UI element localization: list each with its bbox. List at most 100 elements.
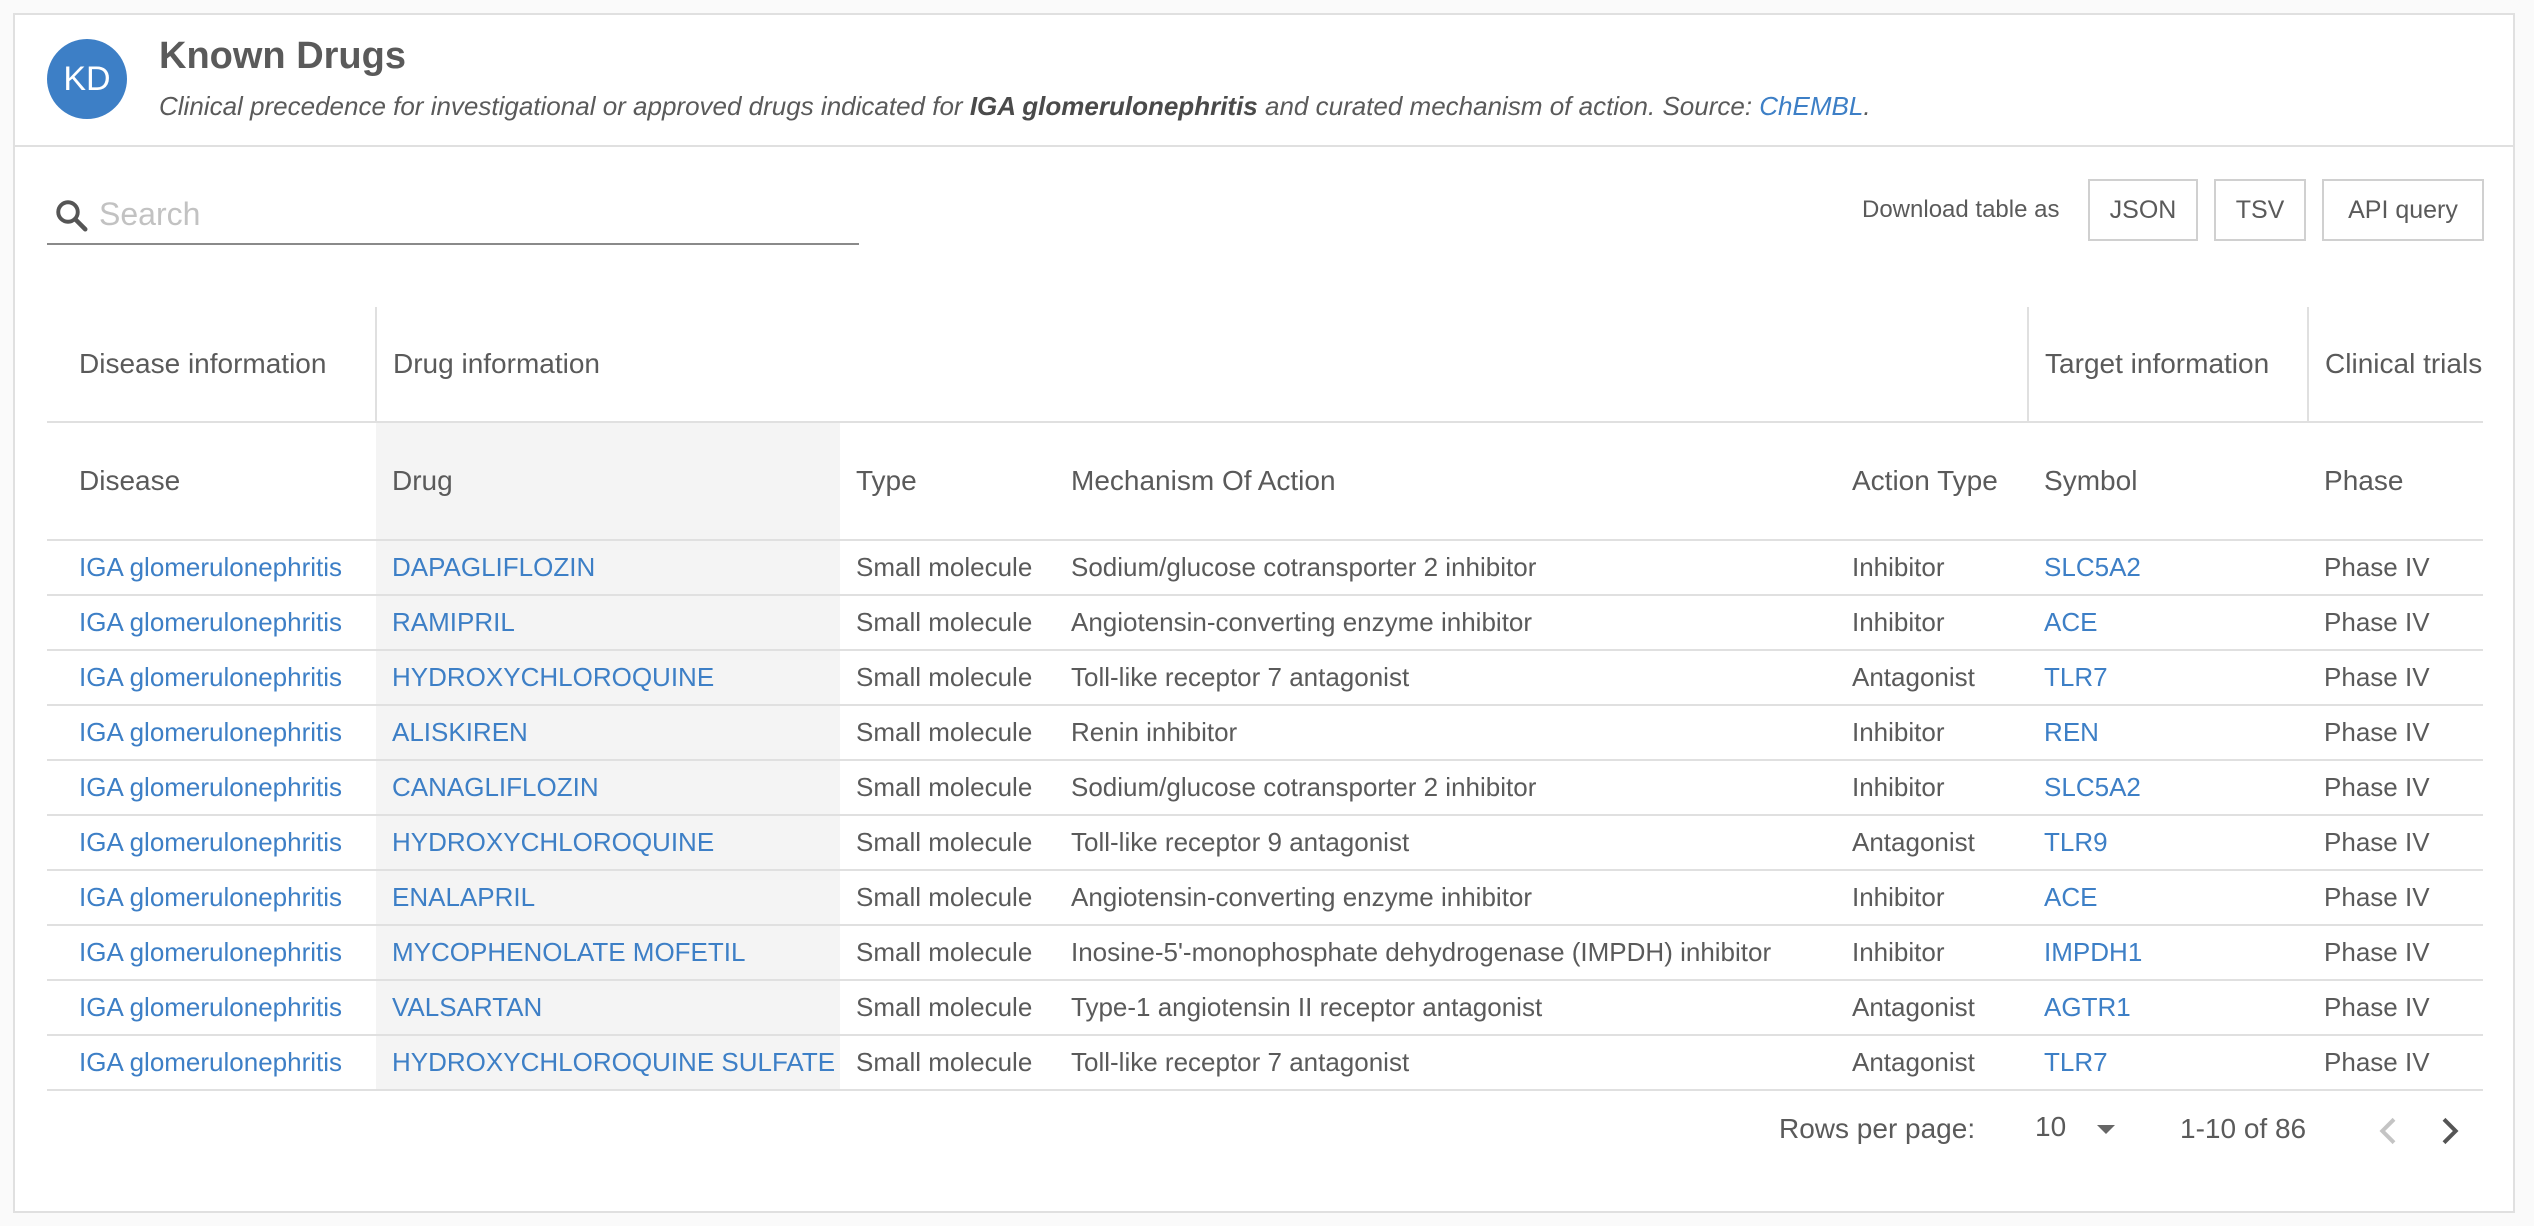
- cell-drug[interactable]: ALISKIREN: [376, 705, 840, 761]
- cell-disease[interactable]: IGA glomerulonephritis: [47, 870, 376, 926]
- cell-action-type: Inhibitor: [1836, 595, 2029, 651]
- cell-disease[interactable]: IGA glomerulonephritis: [47, 1035, 376, 1091]
- column-header-drug[interactable]: Drug: [376, 422, 840, 541]
- cell-phase: Phase IV: [2308, 705, 2483, 761]
- cell-disease[interactable]: IGA glomerulonephritis: [47, 760, 376, 816]
- table-row: IGA glomerulonephritis VALSARTAN Small mol…: [47, 980, 2483, 1036]
- cell-action-type: Antagonist: [1836, 815, 2029, 871]
- subtitle-disease: IGA glomerulonephritis: [969, 91, 1258, 121]
- cell-type: Small molecule: [840, 760, 1055, 816]
- cell-action-type: Inhibitor: [1836, 760, 2029, 816]
- cell-phase: Phase IV: [2308, 980, 2483, 1036]
- cell-disease[interactable]: IGA glomerulonephritis: [47, 705, 376, 761]
- chembl-link[interactable]: ChEMBL: [1759, 91, 1863, 121]
- cell-mechanism: Sodium/glucose cotransporter 2 inhibitor: [1055, 540, 1836, 596]
- download-tsv-button[interactable]: TSV: [2214, 179, 2306, 241]
- column-header-symbol[interactable]: Symbol: [2028, 422, 2309, 541]
- cell-symbol[interactable]: SLC5A2: [2028, 540, 2309, 596]
- table-row: IGA glomerulonephritis DAPAGLIFLOZIN Small…: [47, 540, 2483, 596]
- column-header-disease[interactable]: Disease: [47, 422, 376, 541]
- cell-phase: Phase IV: [2308, 1035, 2483, 1091]
- cell-phase: Phase IV: [2308, 815, 2483, 871]
- cell-type: Small molecule: [840, 925, 1055, 981]
- cell-symbol[interactable]: TLR9: [2028, 815, 2309, 871]
- cell-drug[interactable]: RAMIPRIL: [376, 595, 840, 651]
- search-input[interactable]: [97, 193, 841, 235]
- cell-disease[interactable]: IGA glomerulonephritis: [47, 650, 376, 706]
- cell-mechanism: Type-1 angiotensin II receptor antagonis…: [1055, 980, 1836, 1036]
- cell-phase: Phase IV: [2308, 760, 2483, 816]
- rows-per-page-select[interactable]: 10: [2035, 1111, 2115, 1151]
- cell-drug[interactable]: HYDROXYCHLOROQUINE SULFATE: [376, 1035, 840, 1091]
- page-title: Known Drugs: [159, 35, 406, 77]
- cell-drug[interactable]: ENALAPRIL: [376, 870, 840, 926]
- table-row: IGA glomerulonephritis RAMIPRIL Small mole…: [47, 595, 2483, 651]
- cell-symbol[interactable]: SLC5A2: [2028, 760, 2309, 816]
- cell-phase: Phase IV: [2308, 540, 2483, 596]
- pagination-range: 1-10 of 86: [2180, 1113, 2307, 1144]
- cell-drug[interactable]: HYDROXYCHLOROQUINE: [376, 815, 840, 871]
- cell-disease[interactable]: IGA glomerulonephritis: [47, 925, 376, 981]
- cell-mechanism: Toll-like receptor 7 antagonist: [1055, 650, 1836, 706]
- cell-type: Small molecule: [840, 595, 1055, 651]
- table-row: IGA glomerulonephritis ENALAPRIL Small mol…: [47, 870, 2483, 926]
- cell-symbol[interactable]: TLR7: [2028, 650, 2309, 706]
- cell-mechanism: Renin inhibitor: [1055, 705, 1836, 761]
- api-query-button[interactable]: API query: [2322, 179, 2484, 241]
- cell-drug[interactable]: HYDROXYCHLOROQUINE: [376, 650, 840, 706]
- cell-type: Small molecule: [840, 540, 1055, 596]
- cell-phase: Phase IV: [2308, 650, 2483, 706]
- rows-per-page-value: 10: [2035, 1111, 2067, 1142]
- subtitle-prefix: Clinical precedence for investigational …: [159, 91, 963, 121]
- cell-drug[interactable]: DAPAGLIFLOZIN: [376, 540, 840, 596]
- cell-disease[interactable]: IGA glomerulonephritis: [47, 980, 376, 1036]
- cell-drug[interactable]: MYCOPHENOLATE MOFETIL: [376, 925, 840, 981]
- cell-action-type: Antagonist: [1836, 1035, 2029, 1091]
- cell-mechanism: Toll-like receptor 7 antagonist: [1055, 1035, 1836, 1091]
- table-body: IGA glomerulonephritis DAPAGLIFLOZIN Small…: [47, 540, 2483, 1091]
- column-header-phase[interactable]: Phase: [2308, 422, 2483, 541]
- cell-action-type: Antagonist: [1836, 980, 2029, 1036]
- download-json-button[interactable]: JSON: [2088, 179, 2198, 241]
- cell-type: Small molecule: [840, 980, 1055, 1036]
- cell-disease[interactable]: IGA glomerulonephritis: [47, 595, 376, 651]
- search-icon: [56, 200, 88, 232]
- cell-symbol[interactable]: ACE: [2028, 595, 2309, 651]
- column-header-type[interactable]: Type: [840, 422, 1055, 541]
- chevron-left-icon[interactable]: [2369, 1109, 2409, 1153]
- cell-action-type: Inhibitor: [1836, 705, 2029, 761]
- cell-type: Small molecule: [840, 650, 1055, 706]
- cell-symbol[interactable]: REN: [2028, 705, 2309, 761]
- cell-action-type: Antagonist: [1836, 650, 2029, 706]
- page-subtitle: Clinical precedence for investigational …: [159, 91, 1871, 122]
- cell-disease[interactable]: IGA glomerulonephritis: [47, 815, 376, 871]
- cell-type: Small molecule: [840, 1035, 1055, 1091]
- search-box: [47, 183, 859, 245]
- cell-symbol[interactable]: AGTR1: [2028, 980, 2309, 1036]
- group-clinical-trials: Clinical trials: [2307, 307, 2483, 423]
- column-header-action-type[interactable]: Action Type: [1836, 422, 2029, 541]
- cell-symbol[interactable]: TLR7: [2028, 1035, 2309, 1091]
- cell-type: Small molecule: [840, 815, 1055, 871]
- known-drugs-card: KD Known Drugs Clinical precedence for i…: [13, 13, 2515, 1213]
- cell-symbol[interactable]: IMPDH1: [2028, 925, 2309, 981]
- cell-mechanism: Angiotensin-converting enzyme inhibitor: [1055, 595, 1836, 651]
- table-row: IGA glomerulonephritis HYDROXYCHLOROQUINE…: [47, 1035, 2483, 1091]
- cell-symbol[interactable]: ACE: [2028, 870, 2309, 926]
- subtitle-end: .: [1863, 91, 1871, 121]
- avatar: KD: [47, 39, 127, 119]
- cell-drug[interactable]: CANAGLIFLOZIN: [376, 760, 840, 816]
- cell-action-type: Inhibitor: [1836, 870, 2029, 926]
- cell-drug[interactable]: VALSARTAN: [376, 980, 840, 1036]
- chevron-right-icon[interactable]: [2429, 1109, 2469, 1153]
- cell-disease[interactable]: IGA glomerulonephritis: [47, 540, 376, 596]
- column-group-header-row: Disease information Drug information Tar…: [47, 307, 2483, 423]
- group-drug-information: Drug information: [374, 307, 2029, 423]
- cell-type: Small molecule: [840, 705, 1055, 761]
- section-header: KD Known Drugs Clinical precedence for i…: [15, 15, 2513, 147]
- cell-mechanism: Toll-like receptor 9 antagonist: [1055, 815, 1836, 871]
- column-header-mechanism[interactable]: Mechanism Of Action: [1055, 422, 1836, 541]
- cell-phase: Phase IV: [2308, 870, 2483, 926]
- cell-mechanism: Sodium/glucose cotransporter 2 inhibitor: [1055, 760, 1836, 816]
- cell-phase: Phase IV: [2308, 595, 2483, 651]
